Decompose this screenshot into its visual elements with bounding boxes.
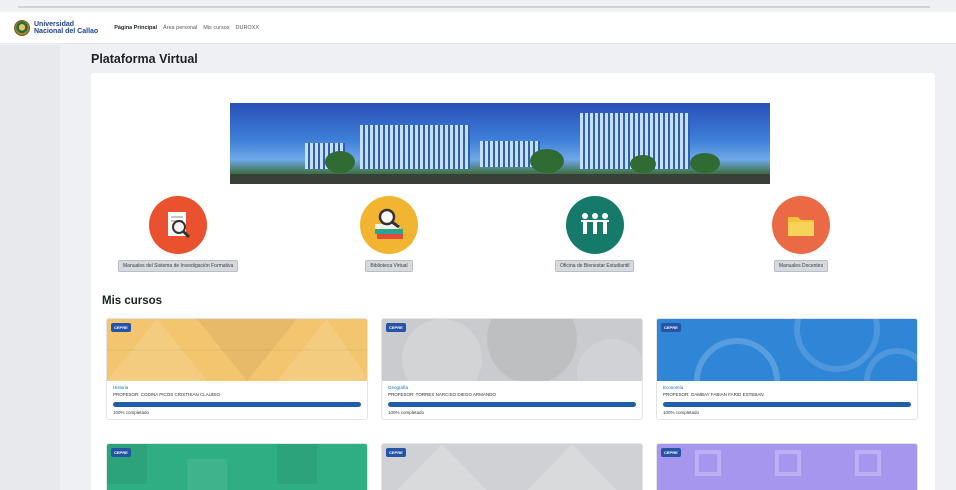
banner-tree <box>325 151 355 173</box>
course-badge: CEPRE <box>661 323 681 332</box>
quick-link-label[interactable]: Manuales Docentes <box>773 260 829 272</box>
left-drawer <box>0 45 60 490</box>
course-badge: CEPRE <box>386 323 406 332</box>
university-seal-icon <box>14 19 30 36</box>
course-name[interactable]: PROFESOR: GAMBAY FABIAN FARID ESTEBAN <box>663 392 911 397</box>
course-category: Geografía <box>388 385 409 390</box>
course-badge: CEPRE <box>111 448 131 457</box>
course-card[interactable]: CEPRE <box>381 443 643 490</box>
progress-bar <box>113 402 361 407</box>
course-name[interactable]: PROFESOR: CODINA PICOS Cristhian Claudio <box>113 392 361 397</box>
course-card[interactable]: CEPRE <box>106 443 368 490</box>
course-image[interactable]: CEPRE <box>382 444 642 490</box>
banner-tree <box>530 149 564 173</box>
nav-link-extra[interactable]: DUROXX <box>236 25 260 31</box>
progress-text: 100% completado <box>663 410 700 415</box>
logo-line-1: Universidad <box>34 20 75 28</box>
logo-line-2: Nacional del Callao <box>34 27 99 35</box>
folder-icon[interactable] <box>772 196 830 254</box>
banner-tree <box>630 155 656 173</box>
course-category: Economía <box>663 385 684 390</box>
campus-banner-image <box>230 103 770 184</box>
banner-tree <box>690 153 720 173</box>
nav-link-dashboard[interactable]: Área personal <box>163 25 197 31</box>
banner-ground <box>230 174 770 184</box>
course-image[interactable]: CEPRE <box>107 319 367 381</box>
quick-link-virtual-library[interactable]: Biblioteca Virtual <box>360 196 418 272</box>
course-image[interactable]: CEPRE <box>107 444 367 490</box>
course-card[interactable]: CEPRE Economía PROFESOR: GAMBAY FABIAN F… <box>656 318 918 420</box>
page-title: Plataforma Virtual <box>91 52 198 66</box>
course-category: Historia <box>113 385 129 390</box>
progress-bar <box>663 402 911 407</box>
progress-bar <box>388 402 636 407</box>
nav-links: Página Principal Área personal Mis curso… <box>114 25 259 31</box>
course-card[interactable]: CEPRE Historia PROFESOR: CODINA PICOS Cr… <box>106 318 368 420</box>
books-search-icon[interactable] <box>360 196 418 254</box>
university-logo[interactable]: Universidad Nacional del Callao <box>14 19 98 36</box>
my-courses-heading: Mis cursos <box>102 295 163 307</box>
course-badge: CEPRE <box>111 323 131 332</box>
nav-link-home[interactable]: Página Principal <box>114 25 157 31</box>
course-card[interactable]: CEPRE <box>656 443 918 490</box>
quick-link-student-welfare[interactable]: Oficina de Bienestar Estudiantil <box>555 196 635 272</box>
course-name[interactable]: PROFESOR: TORRES NARCISO DIEGO ARMANDO <box>388 392 636 397</box>
browser-top-line <box>18 6 930 8</box>
progress-text: 100% completado <box>113 410 150 415</box>
logo-text: Universidad Nacional del Callao <box>34 21 98 35</box>
course-image[interactable]: CEPRE <box>657 319 917 381</box>
quick-link-label[interactable]: Oficina de Bienestar Estudiantil <box>555 260 635 272</box>
course-card[interactable]: CEPRE Geografía PROFESOR: TORRES NARCISO… <box>381 318 643 420</box>
course-badge: CEPRE <box>661 448 681 457</box>
course-badge: CEPRE <box>386 448 406 457</box>
quick-link-label[interactable]: Manuales del Sistema de Investigación Fo… <box>118 260 239 272</box>
banner-building <box>360 125 470 169</box>
top-navbar: Universidad Nacional del Callao Página P… <box>0 12 956 44</box>
people-icon[interactable] <box>565 196 624 254</box>
quick-link-label[interactable]: Biblioteca Virtual <box>365 260 413 272</box>
course-image[interactable]: CEPRE <box>382 319 642 381</box>
document-search-icon[interactable] <box>149 196 208 254</box>
quick-link-research-manuals[interactable]: Manuales del Sistema de Investigación Fo… <box>118 196 239 272</box>
quick-link-teacher-manuals[interactable]: Manuales Docentes <box>772 196 830 272</box>
nav-link-my-courses[interactable]: Mis cursos <box>203 25 229 31</box>
progress-text: 100% completado <box>388 410 425 415</box>
course-image[interactable]: CEPRE <box>657 444 917 490</box>
